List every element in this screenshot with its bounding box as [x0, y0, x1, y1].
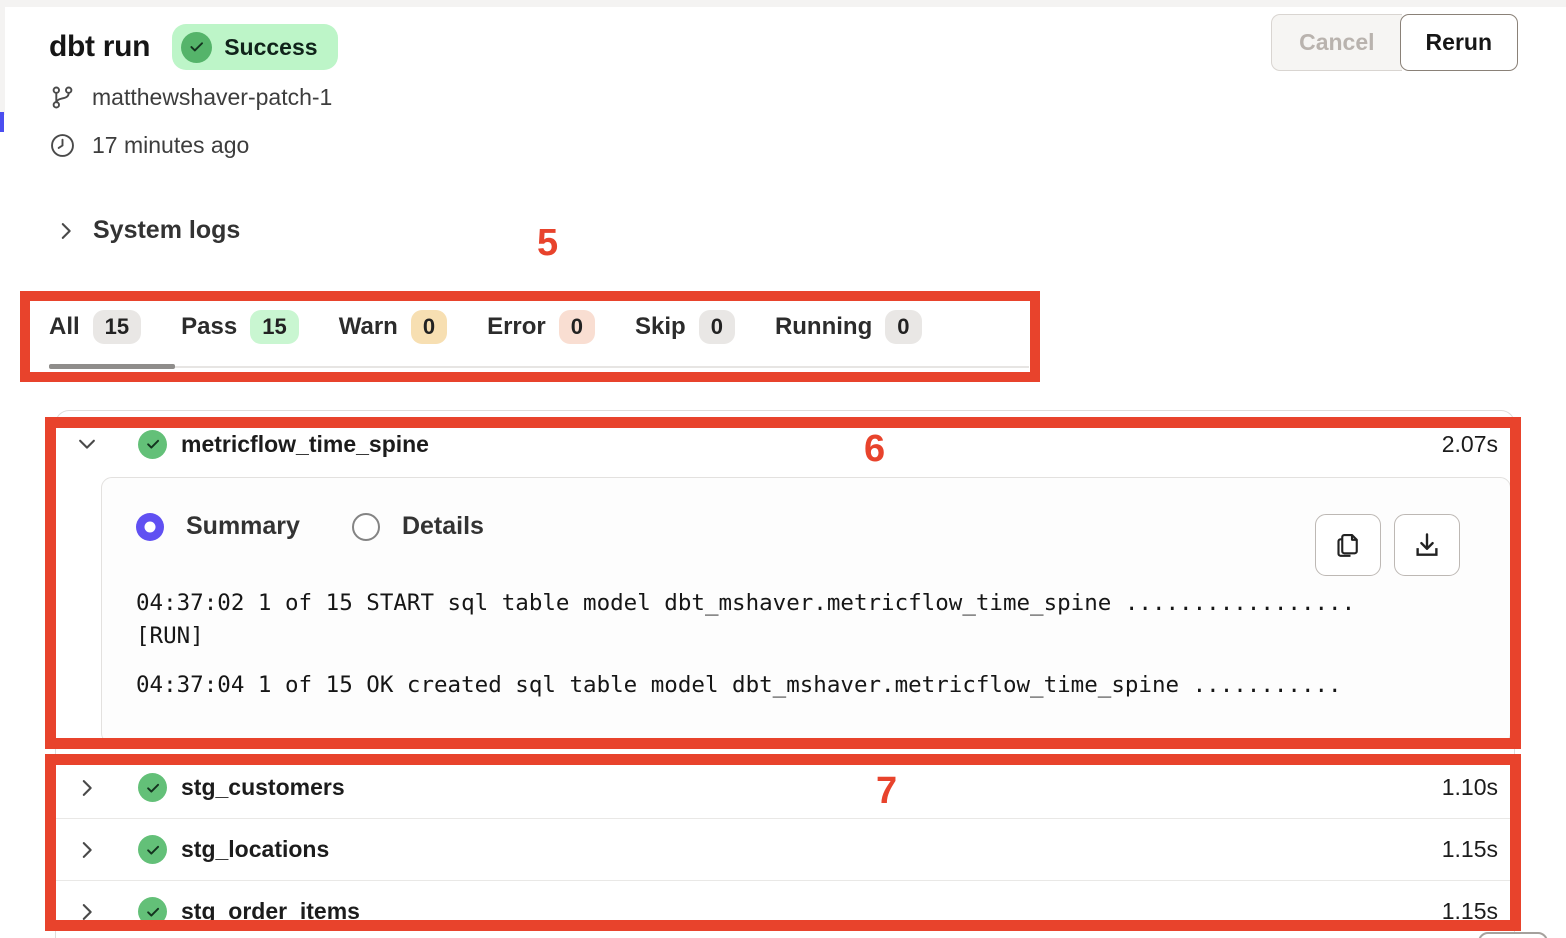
- tab-running-label: Running: [775, 313, 872, 341]
- model-row-stg-order-items[interactable]: stg_order_items 1.15s: [56, 880, 1514, 938]
- chevron-right-icon: [76, 777, 98, 799]
- copy-log-button[interactable]: [1315, 514, 1381, 576]
- model-duration: 1.15s: [1442, 898, 1498, 925]
- timestamp-text: 17 minutes ago: [92, 132, 249, 159]
- system-logs-toggle[interactable]: System logs: [55, 216, 240, 245]
- page-title: dbt run: [49, 30, 150, 64]
- left-scroll-indicator: [0, 112, 4, 132]
- page-left-edge: [0, 0, 5, 115]
- status-badge-label: Success: [224, 34, 317, 61]
- tab-warn-count: 0: [411, 310, 447, 344]
- model-duration: 2.07s: [1442, 431, 1498, 458]
- download-icon: [1412, 530, 1442, 560]
- model-log-panel: Summary Details: [101, 477, 1511, 744]
- radio-unselected-icon: [352, 513, 380, 541]
- log-line: 04:37:02 1 of 15 START sql table model d…: [136, 587, 1450, 653]
- log-panel-buttons: [1315, 514, 1460, 576]
- run-actions: Cancel Rerun: [1271, 14, 1518, 71]
- summary-radio-option[interactable]: Summary: [136, 512, 300, 541]
- page-top-edge: [0, 0, 1566, 7]
- cancel-button[interactable]: Cancel: [1271, 14, 1401, 71]
- log-view-options: Summary Details: [136, 512, 1510, 541]
- tab-warn-label: Warn: [339, 313, 398, 341]
- model-success-icon: [138, 773, 167, 802]
- tab-error[interactable]: Error 0: [487, 310, 595, 360]
- status-filter-tabs: All 15 Pass 15 Warn 0 Error 0 Skip 0 Run…: [49, 310, 1029, 360]
- active-tab-underline: [49, 364, 175, 369]
- branch-name: matthewshaver-patch-1: [92, 84, 332, 111]
- log-line: 04:37:04 1 of 15 OK created sql table mo…: [136, 669, 1450, 702]
- clock-icon: [49, 132, 76, 159]
- tab-pass-count: 15: [250, 310, 298, 344]
- tab-running[interactable]: Running 0: [775, 310, 922, 360]
- model-name: stg_customers: [181, 774, 345, 801]
- model-duration: 1.10s: [1442, 774, 1498, 801]
- summary-radio-label: Summary: [186, 512, 300, 541]
- system-logs-label: System logs: [93, 216, 240, 245]
- tab-warn[interactable]: Warn 0: [339, 310, 447, 360]
- tab-error-count: 0: [559, 310, 595, 344]
- model-row-stg-locations[interactable]: stg_locations 1.15s: [56, 818, 1514, 880]
- status-badge: Success: [172, 24, 337, 70]
- model-row-metricflow-time-spine[interactable]: metricflow_time_spine 2.07s: [56, 411, 1514, 477]
- tab-all-count: 15: [93, 310, 141, 344]
- model-name: stg_locations: [181, 836, 329, 863]
- model-name: stg_order_items: [181, 898, 360, 925]
- git-branch-icon: [49, 84, 76, 111]
- tab-skip-count: 0: [699, 310, 735, 344]
- model-success-icon: [138, 430, 167, 459]
- model-duration: 1.15s: [1442, 836, 1498, 863]
- tab-skip-label: Skip: [635, 313, 686, 341]
- tab-running-count: 0: [885, 310, 921, 344]
- timestamp-row: 17 minutes ago: [49, 132, 249, 159]
- copy-icon: [1333, 530, 1363, 560]
- success-check-icon: [181, 32, 212, 63]
- chevron-right-icon: [76, 901, 98, 923]
- tab-all-label: All: [49, 313, 80, 341]
- run-results-card: metricflow_time_spine 2.07s Summary Deta…: [55, 410, 1515, 938]
- model-success-icon: [138, 835, 167, 864]
- tab-all[interactable]: All 15: [49, 310, 141, 360]
- chevron-down-icon: [76, 433, 98, 455]
- tab-pass-label: Pass: [181, 313, 237, 341]
- model-name: metricflow_time_spine: [181, 431, 429, 458]
- chevron-right-icon: [55, 220, 77, 242]
- branch-row: matthewshaver-patch-1: [49, 84, 332, 111]
- run-header: dbt run Success: [49, 24, 338, 70]
- tab-pass[interactable]: Pass 15: [181, 310, 299, 360]
- annotation-number-5: 5: [537, 222, 558, 265]
- details-radio-option[interactable]: Details: [352, 512, 484, 541]
- tab-underline-track: [49, 366, 1029, 368]
- radio-selected-icon: [136, 513, 164, 541]
- tab-skip[interactable]: Skip 0: [635, 310, 735, 360]
- log-output: 04:37:02 1 of 15 START sql table model d…: [136, 587, 1510, 702]
- tab-error-label: Error: [487, 313, 546, 341]
- download-log-button[interactable]: [1394, 514, 1460, 576]
- details-radio-label: Details: [402, 512, 484, 541]
- partial-button[interactable]: [1478, 932, 1548, 938]
- chevron-right-icon: [76, 839, 98, 861]
- rerun-button[interactable]: Rerun: [1400, 14, 1518, 71]
- model-row-stg-customers[interactable]: stg_customers 1.10s: [56, 756, 1514, 818]
- run-details-page: dbt run Success Cancel Rerun matthewshav…: [0, 0, 1566, 938]
- model-success-icon: [138, 897, 167, 926]
